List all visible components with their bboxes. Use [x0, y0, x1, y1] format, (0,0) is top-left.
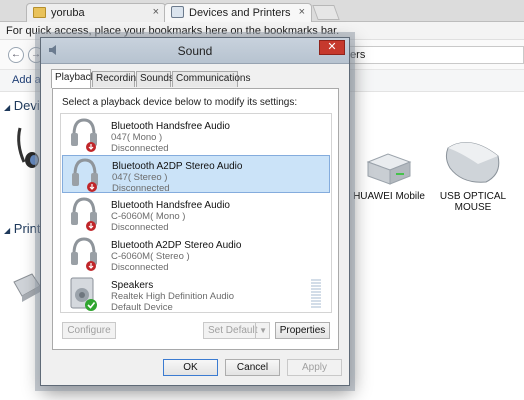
collapse-triangle-icon: ◢ — [4, 226, 11, 235]
device-label: USB OPTICAL MOUSE — [439, 191, 507, 213]
devices-icon — [171, 6, 184, 18]
device-row-bt-handsfree-047[interactable]: Bluetooth Handsfree Audio 047( Mono ) Di… — [62, 116, 330, 154]
device-name: Bluetooth A2DP Stereo Audio — [112, 161, 243, 172]
tab-label: yoruba — [51, 7, 85, 19]
sound-dialog: Sound ✕ Playback Recording Sounds Commun… — [40, 37, 350, 386]
close-tab-icon[interactable]: × — [153, 6, 159, 18]
device-row-speakers[interactable]: Speakers Realtek High Definition Audio D… — [62, 275, 330, 313]
mouse-icon — [445, 142, 500, 183]
tab-communications[interactable]: Communications — [172, 71, 250, 87]
device-name: Bluetooth A2DP Stereo Audio — [111, 240, 242, 251]
speaker-box-icon — [70, 277, 97, 311]
set-default-button[interactable]: Set Default ▼ — [203, 322, 270, 339]
close-button[interactable]: ✕ — [319, 40, 345, 55]
ok-button[interactable]: OK — [163, 359, 218, 376]
device-detail: C-6060M( Stereo ) — [111, 251, 190, 262]
volume-level-meter — [311, 279, 321, 309]
device-list[interactable]: Bluetooth Handsfree Audio 047( Mono ) Di… — [60, 113, 332, 313]
device-detail: C-6060M( Mono ) — [111, 211, 186, 222]
headphones-icon — [71, 237, 97, 271]
device-row-bt-a2dp-047[interactable]: Bluetooth A2DP Stereo Audio 047( Stereo … — [62, 155, 330, 194]
tab-devices-and-printers[interactable]: Devices and Printers × — [164, 3, 312, 22]
back-arrow-icon[interactable]: ← — [8, 47, 24, 63]
device-huawei-mobile[interactable]: HUAWEI Mobile — [352, 148, 426, 202]
device-name: Bluetooth Handsfree Audio — [111, 200, 230, 211]
tab-recording[interactable]: Recording — [92, 71, 142, 87]
cancel-button[interactable]: Cancel — [225, 359, 280, 376]
device-detail: 047( Mono ) — [111, 132, 163, 143]
device-detail: Realtek High Definition Audio — [111, 291, 235, 302]
device-usb-optical-mouse[interactable]: USB OPTICAL MOUSE — [434, 134, 512, 213]
device-label: HUAWEI Mobile — [353, 191, 425, 202]
tab-sounds[interactable]: Sounds — [136, 71, 174, 87]
device-status: Disconnected — [112, 183, 170, 194]
tab-yoruba[interactable]: yoruba × — [26, 3, 166, 22]
device-row-bt-handsfree-c6060m[interactable]: Bluetooth Handsfree Audio C-6060M( Mono … — [62, 195, 330, 233]
headset-device-icon[interactable] — [14, 122, 40, 170]
device-status: Disconnected — [111, 143, 169, 154]
headphones-icon — [72, 158, 98, 192]
device-status: Disconnected — [111, 222, 169, 233]
address-bar[interactable]: ters — [340, 46, 524, 64]
dialog-title: Sound — [177, 44, 213, 58]
collapse-triangle-icon: ◢ — [4, 103, 11, 112]
apply-button[interactable]: Apply — [287, 359, 342, 376]
add-device-link[interactable]: Add a — [12, 74, 41, 86]
new-tab-button[interactable] — [312, 5, 340, 20]
device-status: Default Device — [111, 302, 173, 313]
browser-tab-strip: yoruba × Devices and Printers × — [0, 0, 524, 22]
tab-playback[interactable]: Playback — [51, 69, 96, 88]
chevron-down-icon[interactable]: ▼ — [259, 323, 267, 338]
devices-section-heading[interactable]: ◢ Devi — [4, 98, 40, 113]
drive-icon — [366, 153, 412, 185]
headphones-icon — [71, 197, 97, 231]
device-detail: 047( Stereo ) — [112, 172, 168, 183]
device-name: Bluetooth Handsfree Audio — [111, 121, 230, 132]
device-row-bt-a2dp-c6060m[interactable]: Bluetooth A2DP Stereo Audio C-6060M( Ste… — [62, 235, 330, 273]
headphones-icon — [71, 118, 97, 152]
tab-label: Devices and Printers — [189, 7, 291, 19]
properties-button[interactable]: Properties — [275, 322, 330, 339]
device-status: Disconnected — [111, 262, 169, 273]
printers-section-heading[interactable]: ◢ Print — [4, 221, 41, 236]
device-name: Speakers — [111, 280, 154, 291]
instruction-text: Select a playback device below to modify… — [62, 97, 298, 108]
configure-button[interactable]: Configure — [62, 322, 116, 339]
playback-panel: Select a playback device below to modify… — [52, 88, 339, 350]
close-tab-icon[interactable]: × — [299, 6, 305, 18]
printer-device-icon[interactable] — [12, 268, 41, 304]
folder-icon — [33, 7, 46, 18]
dialog-title-bar[interactable]: Sound ✕ — [41, 38, 349, 64]
